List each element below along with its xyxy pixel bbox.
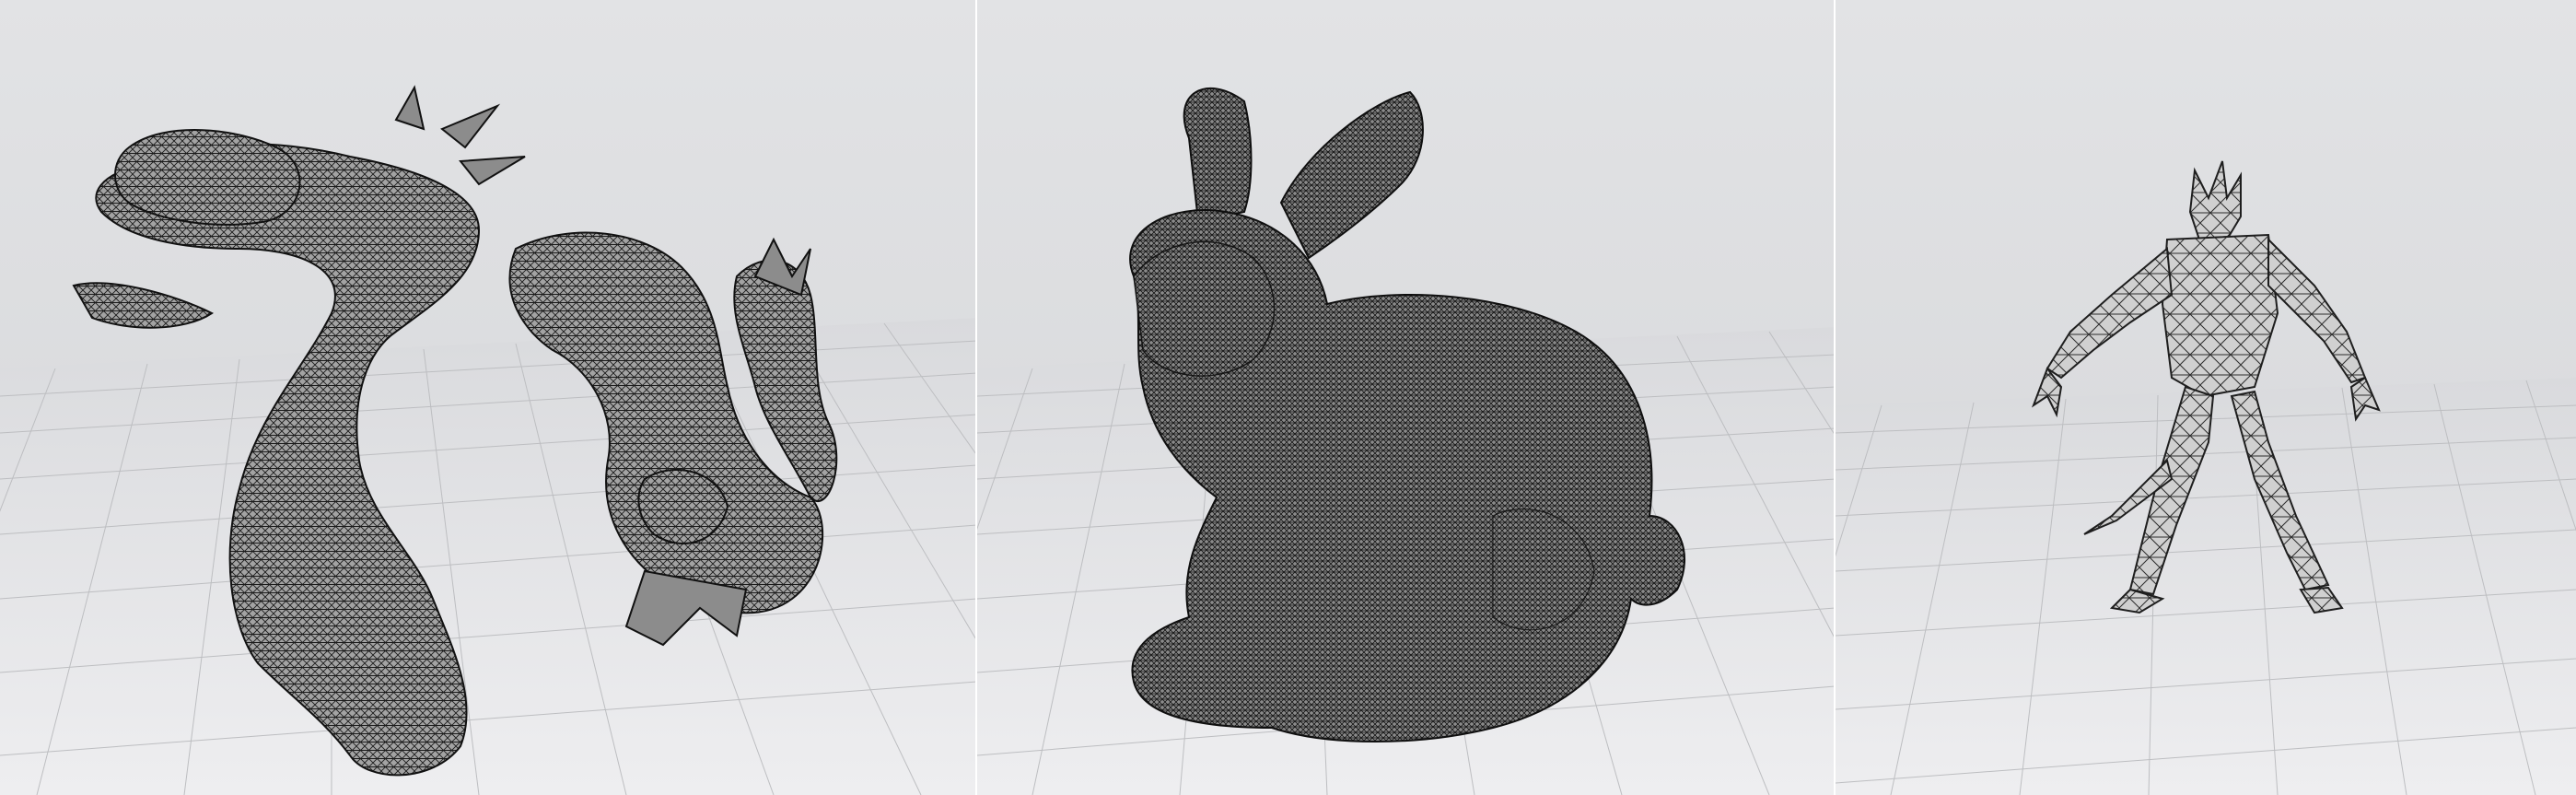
figure-strip	[0, 0, 2576, 795]
floor-plane	[0, 318, 975, 795]
panel-bunny	[977, 0, 1836, 795]
dragon-render	[0, 0, 975, 795]
panel-dragon	[0, 0, 977, 795]
bunny-render	[977, 0, 1834, 795]
panel-monster	[1836, 0, 2576, 795]
monster-render	[1836, 0, 2576, 795]
